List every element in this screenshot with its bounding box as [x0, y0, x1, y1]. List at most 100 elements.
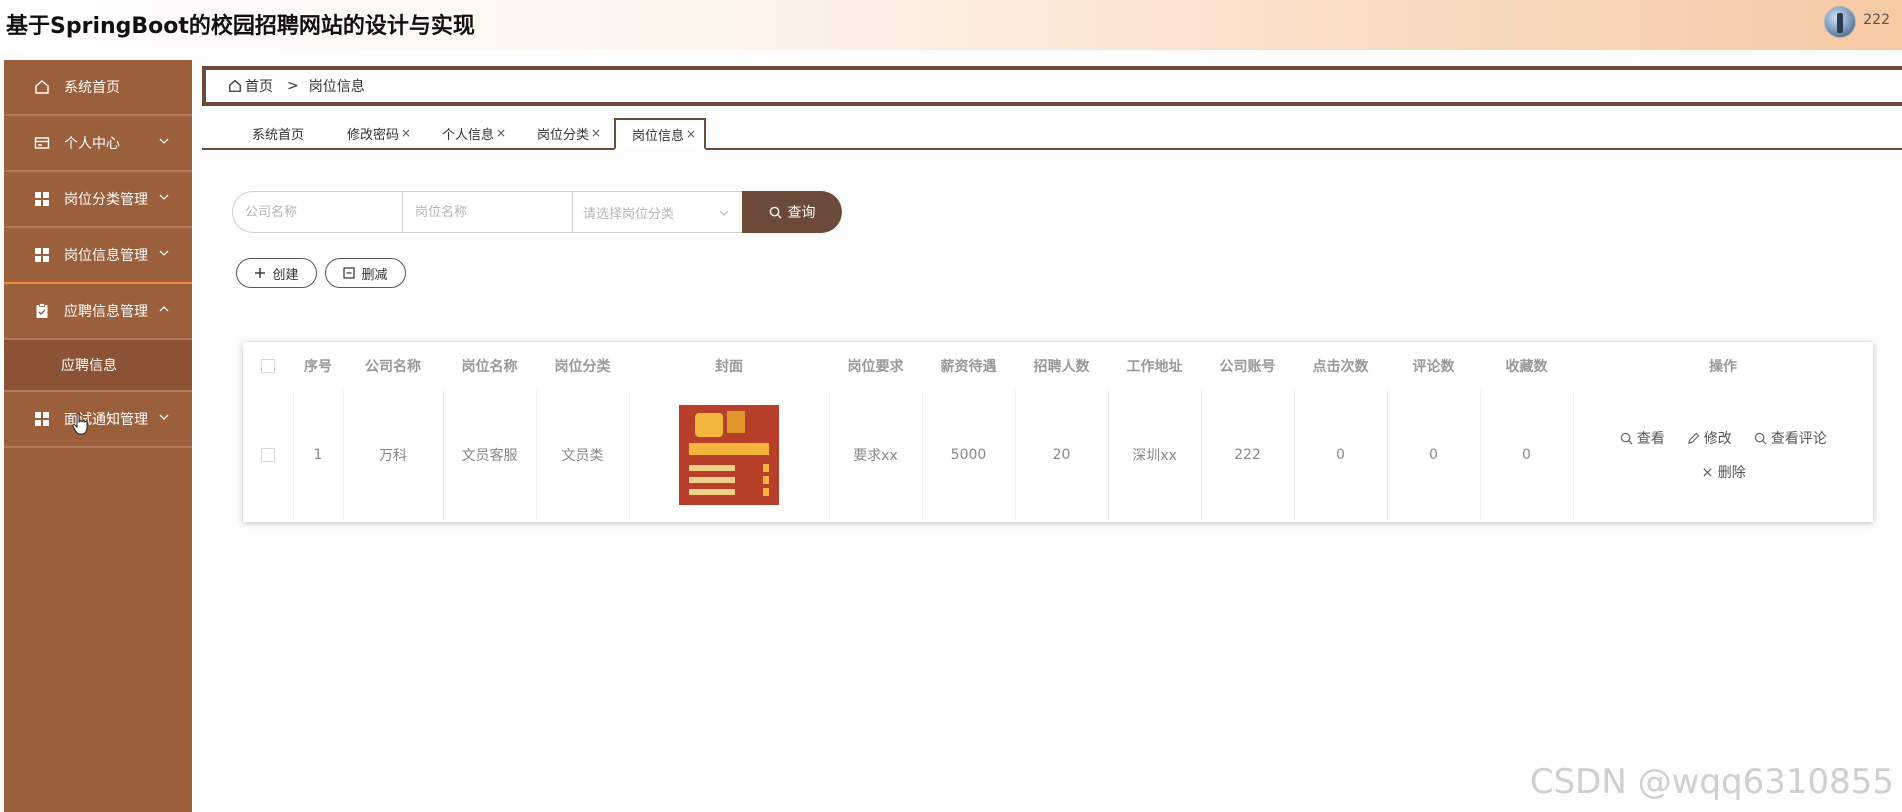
- search-icon: [769, 206, 782, 219]
- tab-label: 岗位信息: [632, 128, 685, 144]
- chevron-down-icon: [719, 210, 729, 216]
- view-label: 查看: [1636, 431, 1665, 447]
- category-select-placeholder: 请选择岗位分类: [583, 206, 675, 222]
- sidebar-item-application-management[interactable]: 应聘信息管理: [4, 284, 192, 340]
- cell-salary: 5000: [922, 390, 1016, 520]
- search-icon: [1620, 432, 1633, 444]
- chevron-down-icon: [159, 250, 169, 256]
- column-header: 岗位分类: [554, 359, 611, 375]
- close-icon[interactable]: ×: [496, 126, 506, 140]
- app-title: 基于SpringBoot的校园招聘网站的设计与实现: [6, 14, 475, 39]
- sidebar-item-category-management[interactable]: 岗位分类管理: [4, 172, 192, 228]
- row-select-cell: [243, 390, 294, 520]
- cell-position: 文员客服: [443, 390, 537, 520]
- sidebar-item-label: 岗位信息管理: [64, 248, 148, 264]
- sidebar-item-label: 系统首页: [64, 80, 120, 96]
- column-header: 公司账号: [1219, 359, 1276, 375]
- grid-icon: [34, 247, 50, 263]
- grid-icon: [34, 191, 50, 207]
- delete-label: 删除: [1717, 465, 1746, 481]
- edit-button[interactable]: 修改: [1687, 428, 1732, 448]
- watermark: CSDN @wqq6310855: [1529, 762, 1894, 802]
- tab-bar: 系统首页 修改密码 × 个人信息 × 岗位分类 × 岗位信息 ×: [202, 118, 1902, 150]
- query-label: 查询: [787, 205, 816, 221]
- breadcrumb: 首页 > 岗位信息: [202, 66, 1902, 106]
- tab-label: 个人信息: [442, 127, 495, 143]
- edit-label: 修改: [1703, 431, 1732, 447]
- search-icon: [1754, 432, 1767, 444]
- sidebar-item-position-management[interactable]: 岗位信息管理: [4, 228, 192, 284]
- tab-position-category[interactable]: 岗位分类 ×: [537, 118, 601, 148]
- cell-index: 1: [293, 390, 344, 520]
- sidebar: 系统首页 个人中心 岗位分类管理 岗位信息管理 应聘信息管理 应聘信息 面试通知…: [4, 60, 192, 812]
- column-header: 操作: [1709, 359, 1737, 375]
- company-name-input[interactable]: [232, 191, 402, 233]
- row-checkbox[interactable]: [260, 448, 275, 462]
- delete-button[interactable]: 删除: [1701, 462, 1746, 482]
- sidebar-item-interview-management[interactable]: 面试通知管理: [4, 392, 192, 448]
- column-header: 点击次数: [1312, 359, 1369, 375]
- search-bar: 请选择岗位分类 查询: [232, 191, 842, 233]
- select-all-cell: [243, 342, 293, 390]
- close-icon[interactable]: ×: [401, 126, 411, 140]
- home-icon: [34, 79, 50, 95]
- plus-icon: [255, 268, 266, 278]
- tab-label: 系统首页: [252, 127, 305, 143]
- breadcrumb-current: 岗位信息: [308, 79, 365, 95]
- breadcrumb-separator: >: [287, 78, 299, 94]
- username[interactable]: 222: [1863, 12, 1890, 28]
- chevron-up-icon: [159, 306, 169, 312]
- card-icon: [34, 135, 50, 151]
- cell-comments: 0: [1387, 390, 1481, 520]
- cell-operations: 查看 修改 查看评论 删除: [1573, 390, 1873, 520]
- select-all-checkbox[interactable]: [261, 359, 275, 373]
- tab-label: 修改密码: [347, 127, 400, 143]
- close-icon[interactable]: ×: [686, 127, 696, 141]
- cell-company: 万科: [343, 390, 444, 520]
- table-row: 1 万科 文员客服 文员类 要求xx 5000 20 深圳xx 222 0 0 …: [243, 390, 1873, 520]
- breadcrumb-home[interactable]: 首页: [228, 76, 273, 96]
- sidebar-item-personal-center[interactable]: 个人中心: [4, 116, 192, 172]
- cell-cover: [629, 390, 830, 520]
- cell-category: 文员类: [536, 390, 630, 520]
- column-header: 序号: [304, 359, 332, 375]
- tab-label: 岗位分类: [537, 127, 590, 143]
- create-label: 创建: [272, 267, 299, 283]
- user-avatar[interactable]: [1824, 6, 1856, 38]
- close-icon: [1703, 467, 1712, 477]
- delete-batch-label: 删减: [361, 267, 388, 283]
- column-header: 公司名称: [365, 359, 421, 375]
- chevron-down-icon: [159, 138, 169, 144]
- cover-image[interactable]: [679, 405, 779, 505]
- cell-headcount: 20: [1015, 390, 1109, 520]
- column-header: 工作地址: [1126, 359, 1183, 375]
- pencil-icon: [1687, 432, 1700, 444]
- close-icon[interactable]: ×: [591, 126, 601, 140]
- clipboard-icon: [34, 303, 50, 319]
- cell-requirement: 要求xx: [829, 390, 923, 520]
- tab-personal-info[interactable]: 个人信息 ×: [442, 118, 506, 148]
- view-comments-button[interactable]: 查看评论: [1754, 428, 1827, 448]
- create-button[interactable]: 创建: [236, 258, 317, 288]
- position-table: 序号 公司名称 岗位名称 岗位分类 封面 岗位要求 薪资待遇 招聘人数 工作地址…: [243, 342, 1873, 522]
- sidebar-subitem-applications[interactable]: 应聘信息: [4, 340, 192, 392]
- column-header: 招聘人数: [1033, 359, 1090, 375]
- category-select[interactable]: 请选择岗位分类: [572, 191, 742, 233]
- column-header: 岗位要求: [847, 359, 904, 375]
- tab-change-password[interactable]: 修改密码 ×: [347, 118, 411, 148]
- view-comments-label: 查看评论: [1770, 431, 1827, 447]
- delete-batch-button[interactable]: 删减: [325, 258, 406, 288]
- position-name-input[interactable]: [402, 191, 572, 233]
- query-button[interactable]: 查询: [742, 191, 842, 233]
- breadcrumb-home-label: 首页: [245, 79, 273, 95]
- chevron-down-icon: [159, 194, 169, 200]
- cell-clicks: 0: [1294, 390, 1388, 520]
- sidebar-item-home[interactable]: 系统首页: [4, 60, 192, 116]
- column-header: 封面: [715, 359, 743, 375]
- view-button[interactable]: 查看: [1620, 428, 1665, 448]
- tab-home[interactable]: 系统首页: [252, 118, 304, 148]
- tab-position-info[interactable]: 岗位信息 ×: [614, 118, 707, 150]
- column-header: 薪资待遇: [940, 359, 997, 375]
- minus-box-icon: [343, 267, 356, 279]
- grid-icon: [34, 411, 50, 427]
